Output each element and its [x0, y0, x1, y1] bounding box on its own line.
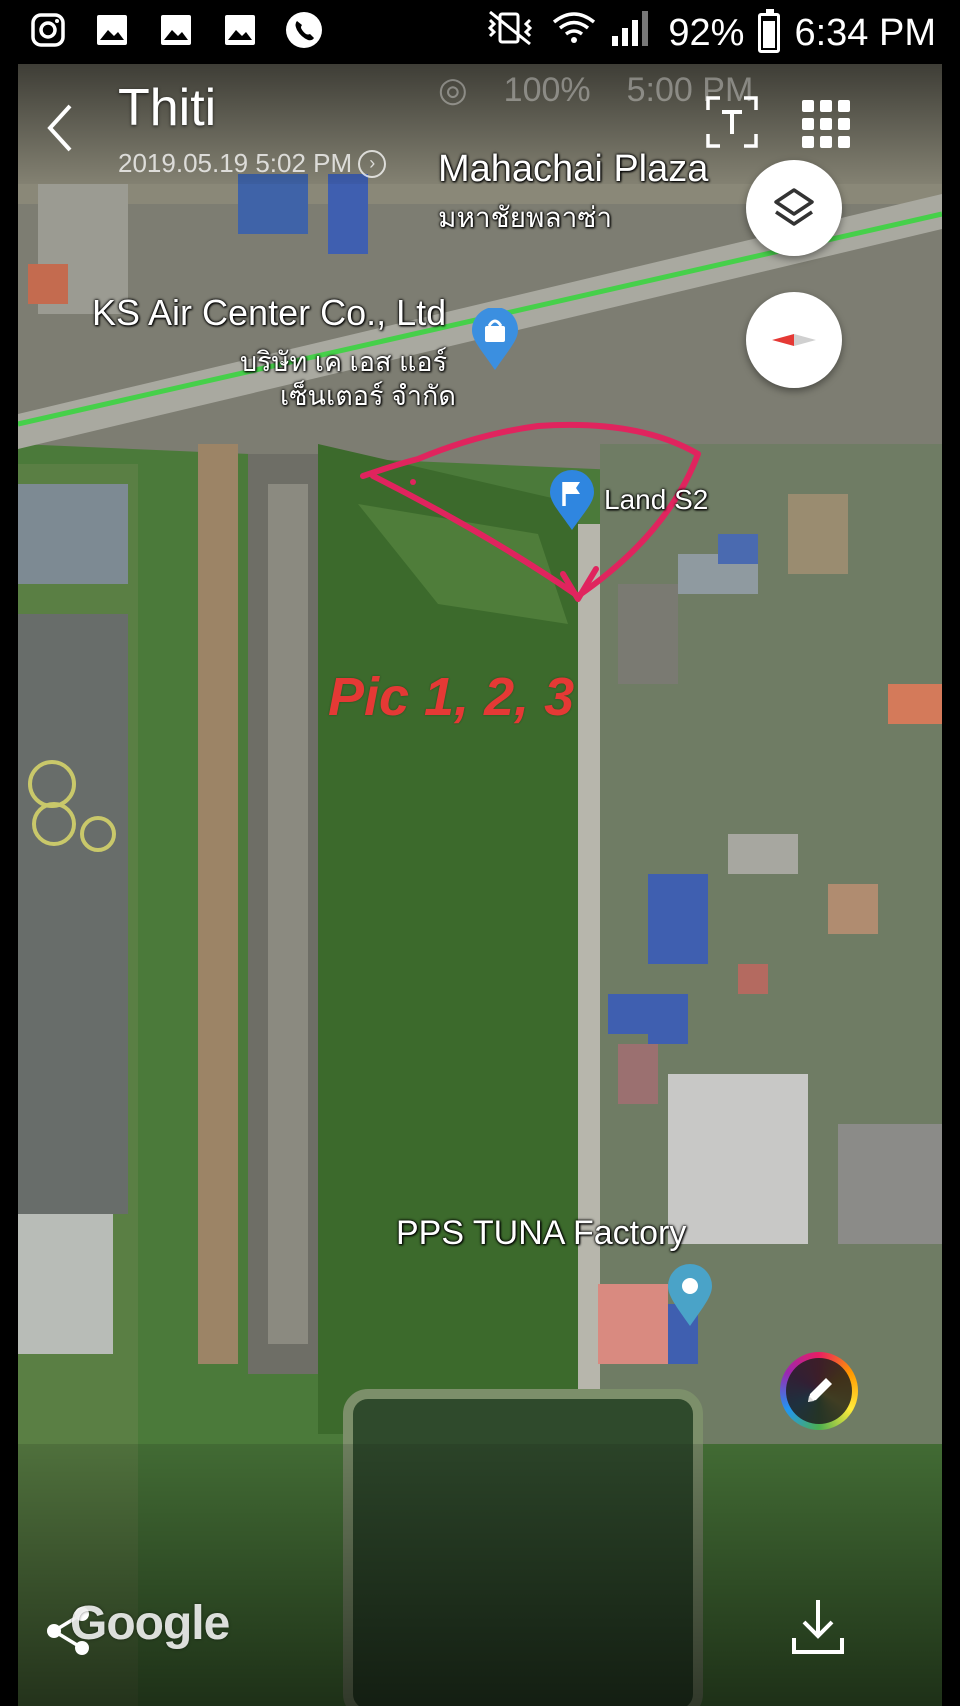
download-button[interactable] [788, 1594, 848, 1658]
phone-icon [284, 10, 324, 50]
text-scan-icon [706, 96, 758, 148]
label-pps-tuna-factory: PPS TUNA Factory [396, 1214, 687, 1252]
label-land-s2: Land S2 [604, 484, 709, 515]
battery-percent: 92% [668, 11, 745, 54]
label-mahachai-plaza: Mahachai Plaza [438, 148, 709, 190]
edit-button[interactable] [780, 1352, 858, 1430]
clock: 6:34 PM [794, 11, 936, 54]
compass-button[interactable] [746, 292, 842, 388]
edit-button-inner [786, 1358, 852, 1424]
label-ks-air-center: KS Air Center Co., Ltd [92, 292, 447, 333]
battery-icon [758, 9, 781, 53]
image-viewer[interactable]: ◎ 100% 5:00 PM Thiti 2019.05.19 5:02 PM … [18, 64, 942, 1706]
status-bar: 92% 6:34 PM [0, 0, 960, 64]
chevron-right-icon: › [358, 149, 387, 178]
download-icon [792, 1600, 844, 1654]
ghost-mute-icon: ◎ [438, 71, 468, 109]
back-button[interactable] [40, 100, 80, 156]
compass-icon [772, 334, 816, 346]
mute-vibrate-icon [482, 8, 538, 58]
timestamp[interactable]: 2019.05.19 5:02 PM › [118, 148, 387, 179]
location-pin-icon[interactable] [666, 1262, 714, 1328]
wifi-icon [552, 8, 596, 58]
annotation-text: Pic 1, 2, 3 [328, 667, 575, 727]
google-logo: Google [70, 1597, 230, 1650]
flag-pin-icon[interactable] [548, 470, 596, 532]
instagram-icon [28, 10, 68, 50]
timestamp-text: 2019.05.19 5:02 PM [118, 148, 353, 178]
label-ks-air-center-thai-line2: เซ็นเตอร์ จำกัด [280, 381, 456, 411]
gallery-icon [220, 10, 260, 50]
text-extract-button[interactable] [704, 94, 760, 150]
embedded-battery: 100% [503, 70, 591, 109]
pencil-icon [808, 1378, 832, 1402]
gallery-icon [92, 10, 132, 50]
label-mahachai-plaza-thai: มหาชัยพลาซ่า [438, 202, 613, 233]
layers-button[interactable] [746, 160, 842, 256]
grid-icon [802, 100, 850, 148]
signal-icon [610, 8, 654, 58]
bottom-overlay [18, 1444, 942, 1706]
back-arrow-icon [47, 104, 72, 152]
shopping-pin-icon[interactable] [470, 307, 520, 372]
page-title: Thiti [118, 79, 217, 137]
more-apps-button[interactable] [794, 92, 858, 156]
layers-icon [774, 188, 814, 226]
gallery-icon [156, 10, 196, 50]
